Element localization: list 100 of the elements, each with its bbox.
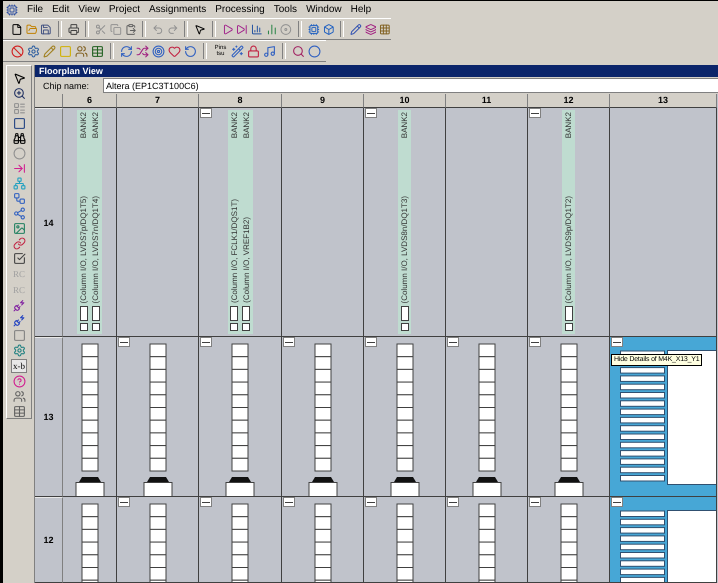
link-icon[interactable] bbox=[12, 237, 26, 250]
collapse-button[interactable] bbox=[529, 497, 541, 507]
gear-icon[interactable] bbox=[27, 44, 40, 58]
share-icon[interactable] bbox=[12, 207, 26, 220]
collapse-button[interactable] bbox=[447, 497, 459, 507]
cross-icon[interactable] bbox=[11, 44, 24, 58]
plug-icon[interactable] bbox=[12, 299, 26, 312]
collapse-button[interactable] bbox=[365, 108, 377, 118]
pin-pad bbox=[400, 306, 408, 321]
search-icon[interactable] bbox=[292, 44, 305, 58]
chip-name-label: Chip name: bbox=[43, 80, 90, 90]
plug-icon[interactable] bbox=[12, 314, 26, 327]
collapse-button[interactable] bbox=[365, 337, 377, 347]
person-icon[interactable] bbox=[12, 390, 26, 403]
menu-item[interactable]: Tools bbox=[274, 4, 298, 15]
image-icon[interactable] bbox=[12, 222, 26, 235]
bank-label: BANK2 bbox=[240, 112, 252, 138]
rotate-icon[interactable] bbox=[184, 44, 197, 58]
menu-item[interactable]: Help bbox=[350, 4, 372, 15]
collapse-button[interactable] bbox=[118, 337, 130, 347]
frame-icon[interactable] bbox=[12, 117, 26, 130]
shuffle-icon[interactable] bbox=[136, 44, 149, 58]
chart-icon[interactable] bbox=[251, 22, 263, 36]
bank-label: BANK2 bbox=[399, 112, 410, 138]
menu-item[interactable]: Project bbox=[108, 4, 140, 15]
play-icon[interactable] bbox=[222, 22, 234, 36]
menu-item[interactable]: Assignments bbox=[148, 4, 206, 15]
pin-label: (Column I/O, LVDS7p/DQ1T5) bbox=[78, 196, 89, 303]
save-icon[interactable] bbox=[40, 22, 52, 36]
pin-marker bbox=[400, 323, 408, 331]
pin-pad bbox=[564, 306, 572, 321]
app-icon bbox=[6, 4, 18, 16]
chart-icon[interactable] bbox=[266, 22, 278, 36]
table-icon[interactable] bbox=[91, 44, 104, 58]
collapse-button[interactable] bbox=[365, 497, 377, 507]
column-header: 11 bbox=[446, 94, 528, 108]
refresh-icon[interactable] bbox=[120, 44, 133, 58]
menu-item[interactable]: View bbox=[78, 4, 100, 15]
target-icon[interactable] bbox=[152, 44, 165, 58]
collapse-button[interactable] bbox=[447, 337, 459, 347]
panel-title: Floorplan View bbox=[35, 65, 718, 77]
binoculars-icon[interactable] bbox=[12, 132, 26, 145]
layers-icon[interactable] bbox=[364, 22, 376, 36]
square-icon[interactable] bbox=[12, 329, 26, 342]
zoom-icon[interactable] bbox=[12, 87, 26, 100]
collapse-button[interactable] bbox=[200, 108, 212, 118]
pointer-icon[interactable] bbox=[12, 72, 26, 85]
pencil-icon[interactable] bbox=[350, 22, 362, 36]
menu-item[interactable]: Processing bbox=[215, 4, 265, 15]
collapse-button[interactable] bbox=[529, 337, 541, 347]
pin-pad bbox=[230, 306, 238, 321]
lock-icon[interactable] bbox=[247, 44, 260, 58]
collapse-button[interactable] bbox=[611, 497, 623, 507]
row-header: 13 bbox=[35, 337, 63, 497]
bank-label: BANK2 bbox=[228, 112, 240, 138]
menu-item[interactable]: Edit bbox=[52, 4, 70, 15]
collapse-button[interactable] bbox=[200, 337, 212, 347]
menu-item[interactable]: File bbox=[27, 4, 44, 15]
grid-icon[interactable] bbox=[379, 22, 392, 36]
collapse-button[interactable] bbox=[283, 337, 295, 347]
pin-label: (Column I/O, FCLK1/DQS1T) bbox=[228, 198, 240, 303]
column-header: 8 bbox=[199, 94, 282, 108]
bank-label: BANK2 bbox=[90, 112, 101, 138]
pin-marker bbox=[564, 323, 572, 331]
pointer-help-icon[interactable] bbox=[194, 22, 206, 36]
pin-label: (Column I/O, VREF1B2) bbox=[240, 217, 252, 303]
printer-icon[interactable] bbox=[68, 22, 80, 36]
collapse-button[interactable] bbox=[529, 108, 541, 118]
pin-pad bbox=[92, 306, 100, 321]
help-icon[interactable] bbox=[12, 375, 26, 388]
bank-label: BANK2 bbox=[78, 112, 89, 138]
wand-icon[interactable] bbox=[231, 44, 244, 58]
menu-item[interactable]: Window bbox=[306, 4, 342, 15]
people-icon[interactable] bbox=[75, 44, 88, 58]
pencil-icon[interactable] bbox=[43, 44, 56, 58]
column-header: 10 bbox=[364, 94, 446, 108]
arrow-icon[interactable] bbox=[12, 162, 26, 175]
heart-icon[interactable] bbox=[168, 44, 181, 58]
table-icon[interactable] bbox=[12, 405, 26, 418]
column-header: 9 bbox=[282, 94, 364, 108]
gear-icon[interactable] bbox=[12, 344, 26, 357]
collapse-button[interactable] bbox=[200, 497, 212, 507]
tool-button[interactable]: x-b bbox=[11, 359, 27, 373]
collapse-button[interactable] bbox=[611, 337, 623, 347]
column-header: 12 bbox=[528, 94, 610, 108]
pin-label: (Column I/O, LVDS7n/DQ1T4) bbox=[90, 196, 101, 303]
column-header: 6 bbox=[63, 94, 117, 108]
collapse-button[interactable] bbox=[283, 497, 295, 507]
bank-label: BANK2 bbox=[563, 112, 574, 138]
pin-pad bbox=[242, 306, 250, 321]
flow-icon[interactable] bbox=[12, 192, 26, 205]
file-icon[interactable] bbox=[11, 22, 23, 36]
circle-icon[interactable] bbox=[308, 44, 321, 58]
step-icon[interactable] bbox=[236, 22, 248, 36]
pin-label: (Column I/O, LVDS8n/DQ1T3) bbox=[399, 196, 410, 303]
collapse-button[interactable] bbox=[118, 497, 130, 507]
pin-marker bbox=[230, 323, 238, 331]
paste-icon[interactable] bbox=[124, 22, 136, 36]
chip-name-field[interactable]: Altera (EP1C3T100C6) bbox=[103, 78, 718, 93]
check-icon[interactable] bbox=[12, 252, 26, 265]
